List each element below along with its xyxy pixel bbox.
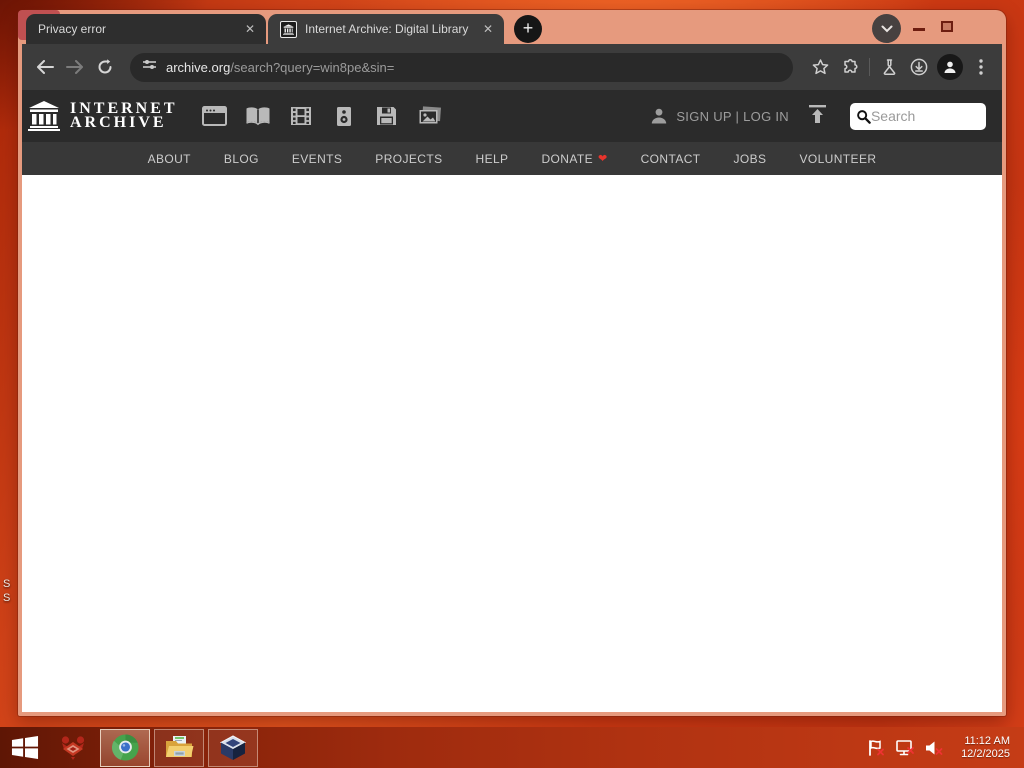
heart-icon: ❤ (597, 153, 608, 165)
toolbar-separator (869, 58, 870, 76)
audio-icon[interactable] (331, 104, 357, 128)
media-type-nav (202, 104, 443, 128)
desktop-icon-label-fragment: S (3, 578, 11, 590)
taskbar-clock[interactable]: 11:12 AM 12/2/2025 (953, 735, 1014, 761)
new-tab-button[interactable]: + (514, 15, 542, 43)
minimize-icon (913, 27, 925, 31)
nav-help[interactable]: HELP (476, 152, 509, 166)
texts-icon[interactable] (245, 104, 271, 128)
pe-tool-app-icon[interactable] (48, 728, 98, 768)
nav-jobs[interactable]: JOBS (734, 152, 767, 166)
search-box[interactable] (850, 102, 986, 130)
images-icon[interactable] (417, 104, 443, 128)
back-button[interactable] (30, 52, 60, 82)
web-icon[interactable] (202, 104, 228, 128)
menu-kebab-icon[interactable] (966, 52, 996, 82)
nav-contact[interactable]: CONTACT (641, 152, 701, 166)
volume-muted-icon[interactable] (924, 739, 944, 757)
nav-donate[interactable]: DONATE ❤ (541, 152, 607, 166)
signup-login-link[interactable]: SIGN UP | LOG IN (649, 106, 789, 126)
url-text: archive.org/search?query=win8pe&sin= (166, 59, 395, 75)
desktop: S S Privacy error ✕ Internet Archive: Di… (0, 0, 1024, 768)
maximize-icon (941, 20, 953, 32)
browser-window: Privacy error ✕ Internet Archive: Digita… (18, 10, 1006, 716)
extensions-puzzle-icon[interactable] (835, 52, 865, 82)
network-status-icon[interactable] (895, 739, 915, 757)
nav-projects[interactable]: PROJECTS (375, 152, 442, 166)
internet-archive-header: INTERNET ARCHIVE SIGN UP | LOG IN Search (22, 90, 1002, 142)
chevron-down-icon[interactable] (872, 14, 901, 43)
reload-button[interactable] (90, 52, 120, 82)
profile-avatar-icon[interactable] (937, 54, 963, 80)
nav-about[interactable]: ABOUT (148, 152, 191, 166)
tab-internet-archive[interactable]: Internet Archive: Digital Library ✕ (268, 14, 504, 44)
person-icon (652, 108, 667, 124)
address-bar[interactable]: archive.org/search?query=win8pe&sin= (130, 52, 793, 82)
upload-icon[interactable] (807, 104, 828, 129)
bookmark-star-icon[interactable] (805, 52, 835, 82)
start-button[interactable] (2, 728, 48, 768)
system-tray: 11:12 AM 12/2/2025 (866, 735, 1024, 761)
archive-nav-bar: ABOUT BLOG EVENTS PROJECTS HELP DONATE ❤ … (22, 142, 1002, 175)
site-settings-icon[interactable] (142, 58, 157, 76)
action-center-flag-icon[interactable] (866, 739, 886, 757)
internet-archive-logo[interactable]: INTERNET ARCHIVE (27, 101, 178, 131)
tab-close-icon[interactable]: ✕ (242, 21, 258, 37)
tab-close-icon[interactable]: ✕ (480, 21, 496, 37)
maximize-button[interactable] (934, 10, 960, 42)
internet-archive-favicon (280, 20, 297, 38)
chrome-app-icon[interactable] (100, 728, 150, 767)
tab-title: Internet Archive: Digital Library (305, 22, 469, 36)
clock-date: 12/2/2025 (961, 747, 1010, 760)
logo-wordmark: INTERNET ARCHIVE (70, 100, 178, 131)
search-input[interactable] (870, 108, 980, 124)
browser-body: archive.org/search?query=win8pe&sin= INT… (22, 44, 1002, 712)
file-explorer-app-icon[interactable] (154, 728, 204, 767)
header-right-group: SIGN UP | LOG IN (649, 102, 1002, 130)
browser-toolbar: archive.org/search?query=win8pe&sin= (22, 44, 1002, 90)
clock-time: 11:12 AM (964, 734, 1010, 747)
browser-titlebar[interactable]: Privacy error ✕ Internet Archive: Digita… (18, 10, 1006, 44)
virtualbox-app-icon[interactable] (208, 728, 258, 767)
nav-blog[interactable]: BLOG (224, 152, 259, 166)
video-icon[interactable] (288, 104, 314, 128)
minimize-button[interactable] (906, 10, 932, 42)
software-icon[interactable] (374, 104, 400, 128)
desktop-icon-label-fragment: S (3, 592, 11, 604)
downloads-icon[interactable] (904, 52, 934, 82)
tab-privacy-error[interactable]: Privacy error ✕ (26, 14, 266, 44)
search-icon (857, 109, 871, 124)
webpage-content: INTERNET ARCHIVE SIGN UP | LOG IN Search… (22, 90, 1002, 712)
taskbar: 11:12 AM 12/2/2025 (0, 727, 1024, 768)
lab-flask-icon[interactable] (874, 52, 904, 82)
nav-volunteer[interactable]: VOLUNTEER (799, 152, 876, 166)
tab-title: Privacy error (38, 22, 107, 36)
nav-events[interactable]: EVENTS (292, 152, 342, 166)
forward-button[interactable] (60, 52, 90, 82)
